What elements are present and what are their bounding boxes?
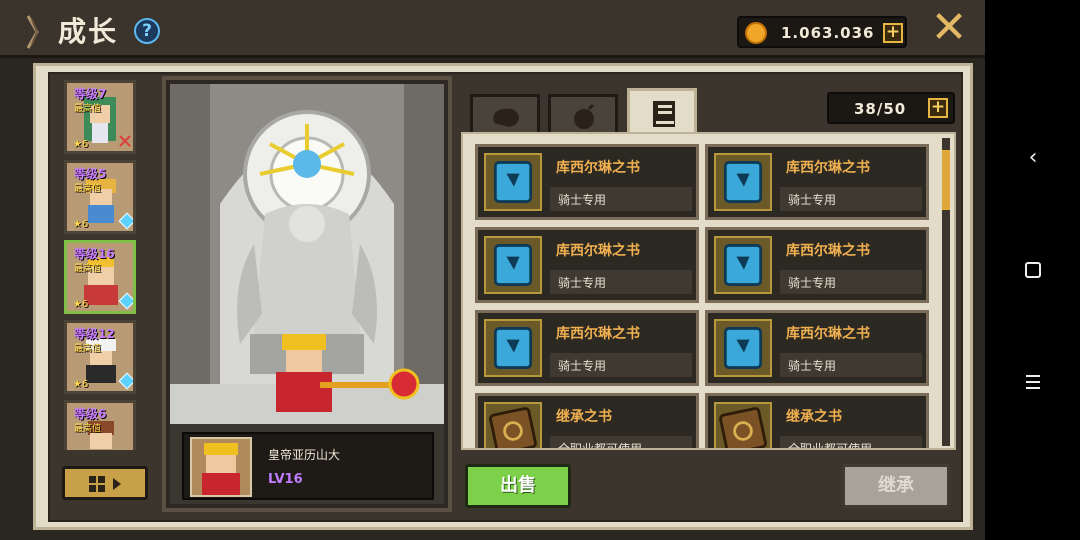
item-desc: 骑士专用 [788, 193, 837, 207]
swords-icon [119, 135, 131, 147]
hero-max-label: 最高值 [74, 424, 102, 434]
hero-showcase: 皇帝亚历山大 LV16 [162, 76, 452, 512]
item-desc: 骑士专用 [558, 276, 607, 290]
hero-max-label: 最高值 [74, 344, 102, 354]
item-desc: 骑士专用 [558, 193, 607, 207]
chevron-decoration-icon [26, 15, 39, 49]
item-desc-box: 骑士专用 [550, 270, 692, 294]
tab-books[interactable] [627, 88, 697, 134]
bomb-icon [574, 103, 595, 129]
item-desc-box: 骑士专用 [550, 353, 692, 377]
item-name: 库西尔琳之书 [786, 326, 870, 342]
hero-level-label: LV16 [268, 472, 303, 487]
help-button[interactable]: ? [134, 18, 160, 44]
hero-max-label: 最高值 [74, 184, 102, 194]
hero-stars: ★6 [73, 299, 89, 310]
blue-book-icon [484, 153, 542, 211]
hero-card[interactable]: 等级6 最高值 [64, 400, 136, 450]
item-name: 库西尔琳之书 [556, 160, 640, 176]
close-button[interactable]: ✕ [930, 6, 968, 50]
item-slot[interactable]: 继承之书 全职业都可使用 [705, 393, 929, 450]
item-scrollbar[interactable] [942, 138, 950, 446]
menu-icon[interactable] [1017, 366, 1049, 398]
gold-coin-icon [745, 22, 767, 44]
item-desc-box: 全职业都可使用 [780, 436, 922, 450]
book-icon [653, 101, 675, 127]
game-screen: 成长 ? 1.063.036 + ✕ 等级7 最高值 ★6 等级5 最高值 ★6… [0, 0, 985, 540]
item-name: 继承之书 [786, 409, 842, 425]
item-slot[interactable]: 库西尔琳之书 骑士专用 [705, 227, 929, 303]
item-desc-box: 骑士专用 [780, 187, 922, 211]
item-desc: 全职业都可使用 [558, 442, 643, 450]
item-desc-box: 全职业都可使用 [550, 436, 692, 450]
item-grid[interactable]: 库西尔琳之书 骑士专用 库西尔琳之书 骑士专用 库西尔琳之书 骑士专用 库西尔琳… [461, 132, 956, 450]
android-nav-bar: ‹ [985, 0, 1080, 540]
item-slot[interactable]: 继承之书 全职业都可使用 [475, 393, 699, 450]
item-desc-box: 骑士专用 [550, 187, 692, 211]
item-desc: 骑士专用 [788, 276, 837, 290]
brown-book-icon [714, 402, 772, 448]
hero-max-label: 最高值 [74, 104, 102, 114]
gold-counter: 1.063.036 + [737, 16, 907, 48]
hero-level: 等级12 [74, 327, 115, 341]
blue-book-icon [714, 236, 772, 294]
hero-grid-toggle-button[interactable] [62, 466, 148, 500]
hero-stars: ★6 [73, 139, 89, 150]
item-name: 库西尔琳之书 [556, 326, 640, 342]
gold-amount: 1.063.036 [781, 24, 875, 42]
capacity-count: 38/50 [854, 100, 907, 118]
hero-level: 等级5 [74, 167, 107, 181]
item-desc: 全职业都可使用 [788, 442, 873, 450]
inherit-button[interactable]: 继承 [842, 464, 950, 508]
hero-card-selected[interactable]: 等级16 最高值 ★6 [64, 240, 136, 314]
item-slot[interactable]: 库西尔琳之书 骑士专用 [705, 144, 929, 220]
hero-max-label: 最高值 [74, 264, 102, 274]
item-slot[interactable]: 库西尔琳之书 骑士专用 [475, 227, 699, 303]
hero-list[interactable]: 等级7 最高值 ★6 等级5 最高值 ★6 等级16 最高值 ★6 等级12 最… [60, 80, 150, 450]
hero-thumbnail-icon [190, 437, 252, 497]
growth-panel: 等级7 最高值 ★6 等级5 最高值 ★6 等级16 最高值 ★6 等级12 最… [33, 63, 973, 530]
hero-card[interactable]: 等级7 最高值 ★6 [64, 80, 136, 154]
page-title: 成长 [58, 15, 119, 48]
blue-book-icon [484, 319, 542, 377]
grid-arrow-icon [89, 476, 121, 492]
tab-consumable[interactable] [548, 94, 618, 134]
scrollbar-thumb[interactable] [942, 150, 950, 210]
hero-card[interactable]: 等级5 最高值 ★6 [64, 160, 136, 234]
blue-book-icon [484, 236, 542, 294]
item-name: 库西尔琳之书 [786, 243, 870, 259]
bread-icon [493, 108, 519, 127]
add-gold-button[interactable]: + [883, 23, 903, 43]
brown-book-icon [484, 402, 542, 448]
hero-level: 等级16 [74, 247, 115, 261]
hero-level: 等级6 [74, 407, 107, 421]
home-icon[interactable] [1017, 254, 1049, 286]
tab-food[interactable] [470, 94, 540, 134]
item-desc-box: 骑士专用 [780, 353, 922, 377]
item-name: 继承之书 [556, 409, 612, 425]
expand-capacity-button[interactable]: + [928, 98, 948, 118]
hero-info-card: 皇帝亚历山大 LV16 [182, 432, 434, 500]
item-name: 库西尔琳之书 [786, 160, 870, 176]
item-name: 库西尔琳之书 [556, 243, 640, 259]
header-bar: 成长 ? 1.063.036 + ✕ [0, 0, 985, 58]
blue-book-icon [714, 319, 772, 377]
hero-level: 等级7 [74, 87, 107, 101]
back-icon[interactable]: ‹ [1017, 142, 1049, 174]
hero-stars: ★6 [73, 219, 89, 230]
sell-button[interactable]: 出售 [465, 464, 571, 508]
item-desc-box: 骑士专用 [780, 270, 922, 294]
blue-book-icon [714, 153, 772, 211]
item-slot[interactable]: 库西尔琳之书 骑士专用 [705, 310, 929, 386]
item-slot[interactable]: 库西尔琳之书 骑士专用 [475, 144, 699, 220]
hero-stars: ★6 [73, 379, 89, 390]
item-desc: 骑士专用 [788, 359, 837, 373]
hero-card[interactable]: 等级12 最高值 ★6 [64, 320, 136, 394]
item-slot[interactable]: 库西尔琳之书 骑士专用 [475, 310, 699, 386]
panel-inner: 等级7 最高值 ★6 等级5 最高值 ★6 等级16 最高值 ★6 等级12 最… [48, 72, 963, 522]
item-desc: 骑士专用 [558, 359, 607, 373]
hero-name: 皇帝亚历山大 [268, 448, 341, 462]
inventory-capacity: 38/50 + [827, 92, 955, 124]
